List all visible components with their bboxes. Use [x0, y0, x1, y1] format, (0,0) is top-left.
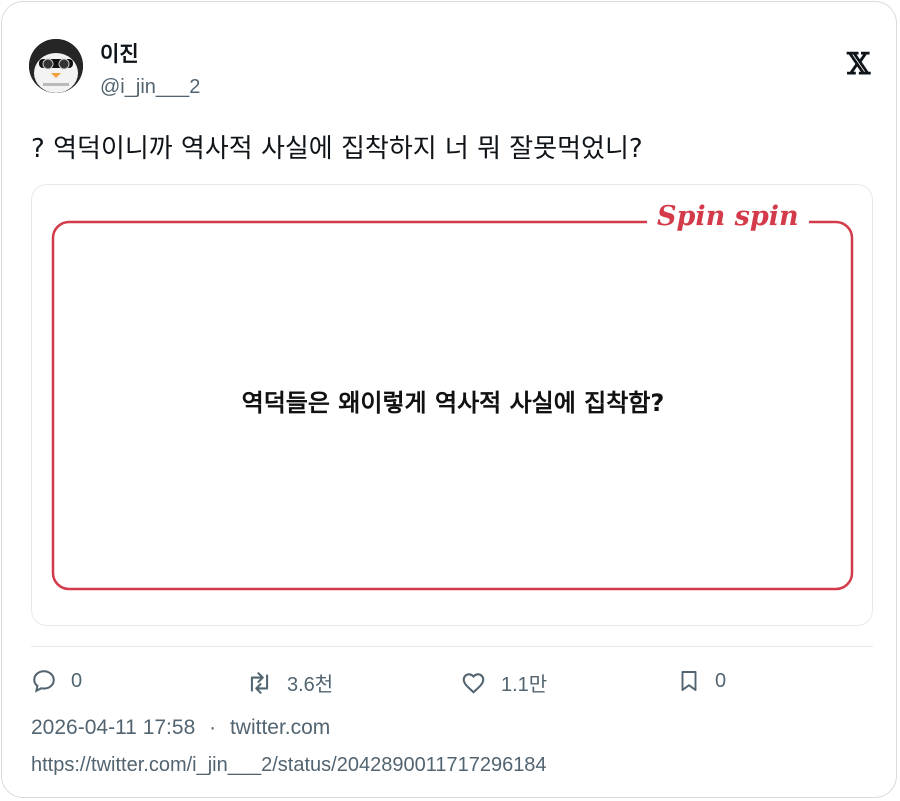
x-logo-icon[interactable]: 𝕏 — [847, 50, 870, 80]
reply-icon — [33, 670, 55, 693]
reply-count: 0 — [71, 669, 83, 692]
bookmark-button[interactable]: 0 — [677, 668, 726, 694]
bookmark-count: 0 — [715, 669, 727, 692]
tweet-url[interactable]: https://twitter.com/i_jin___2/status/204… — [31, 754, 547, 777]
tweet-card: 이진 @i_jin___2 𝕏 ? 역덕이니까 역사적 사실에 집착하지 너 뭐… — [1, 1, 897, 798]
retweet-icon — [250, 671, 269, 694]
meta-separator: · — [209, 716, 217, 739]
timestamp[interactable]: 2026-04-11 17:58 — [31, 716, 195, 739]
author-name[interactable]: 이진 — [100, 38, 139, 68]
retweet-count: 3.6천 — [287, 674, 334, 696]
source-link[interactable]: twitter.com — [230, 716, 330, 739]
bookmark-icon — [681, 671, 697, 691]
author-handle[interactable]: @i_jin___2 — [100, 76, 200, 99]
media-card[interactable]: Spin spin 역덕들은 왜이렇게 역사적 사실에 집착함? — [31, 184, 873, 626]
tweet-text: ? 역덕이니까 역사적 사실에 집착하지 너 뭐 잘못먹었니? — [31, 134, 643, 164]
avatar-image — [29, 39, 83, 93]
like-count: 1.1만 — [501, 674, 548, 696]
retweet-button[interactable]: 3.6천 — [246, 668, 333, 697]
avatar[interactable] — [29, 39, 83, 93]
divider — [31, 646, 873, 647]
reply-button[interactable]: 0 — [31, 668, 82, 694]
heart-icon — [462, 672, 485, 694]
like-button[interactable]: 1.1만 — [460, 668, 547, 697]
media-text: 역덕들은 왜이렇게 역사적 사실에 집착함? — [241, 389, 665, 417]
tweet-meta: 2026-04-11 17:58 · twitter.com — [31, 716, 330, 740]
media-brand-logo: Spin spin — [647, 201, 809, 232]
